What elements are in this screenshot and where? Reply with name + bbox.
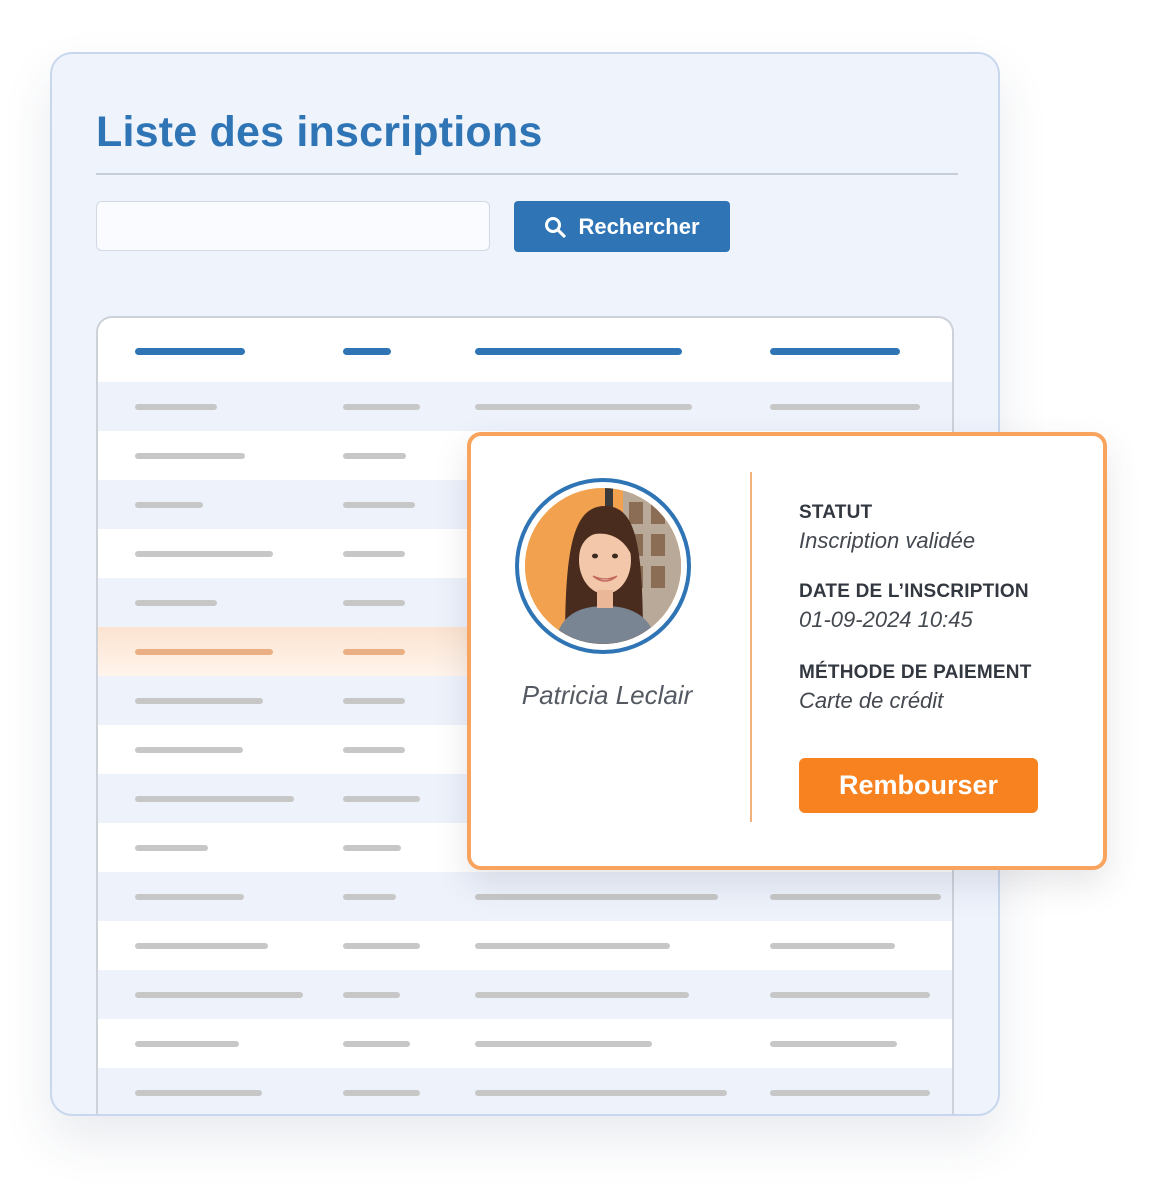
cell-placeholder [343,404,420,410]
cell-placeholder [343,502,415,508]
column-header-placeholder [343,348,391,355]
title-divider [96,173,958,175]
table-row[interactable] [98,1019,952,1068]
cell-placeholder [770,1090,930,1096]
cell-placeholder [343,943,420,949]
cell-placeholder [135,502,203,508]
cell-placeholder [475,992,689,998]
cell-placeholder [135,992,303,998]
cell-placeholder [135,943,268,949]
cell-placeholder [475,943,670,949]
refund-button[interactable]: Rembourser [799,758,1038,813]
cell-placeholder [475,1090,727,1096]
cell-placeholder [135,747,243,753]
cell-placeholder [343,551,405,557]
registration-date-value: 01-09-2024 10:45 [799,607,973,632]
column-header-placeholder [770,348,900,355]
cell-placeholder [343,1041,410,1047]
cell-placeholder [343,796,420,802]
status-value: Inscription validée [799,528,976,553]
table-row[interactable] [98,921,952,970]
cell-placeholder [135,845,208,851]
cell-placeholder [770,943,895,949]
cell-placeholder [343,1090,420,1096]
cell-placeholder [343,649,405,655]
cell-placeholder [343,600,405,606]
cell-placeholder [135,649,273,655]
cell-placeholder [770,992,930,998]
avatar-ring [515,478,691,654]
cell-placeholder [135,453,245,459]
registration-date-label: DATE DE L’INSCRIPTION [799,581,1029,602]
column-header-placeholder [135,348,245,355]
cell-placeholder [475,894,718,900]
cell-placeholder [135,600,217,606]
cell-placeholder [770,404,920,410]
table-row[interactable] [98,1068,952,1114]
payment-method-value: Carte de crédit [799,688,944,713]
table-row[interactable] [98,872,952,921]
search-button[interactable]: Rechercher [514,201,730,252]
status-label: STATUT [799,502,873,523]
cell-placeholder [343,747,405,753]
table-header [98,318,952,382]
card-divider [750,472,752,822]
search-input[interactable] [96,201,490,251]
payment-method-label: MÉTHODE DE PAIEMENT [799,662,1032,683]
cell-placeholder [135,1041,239,1047]
search-button-label: Rechercher [578,213,700,239]
person-name: Patricia Leclair [521,680,693,710]
avatar [525,488,681,644]
cell-placeholder [343,992,400,998]
cell-placeholder [343,698,405,704]
cell-placeholder [135,404,217,410]
cell-placeholder [343,894,396,900]
cell-placeholder [475,404,692,410]
search-icon [544,216,567,238]
cell-placeholder [135,894,244,900]
table-row[interactable] [98,970,952,1019]
column-header-placeholder [475,348,682,355]
page-title: Liste des inscriptions [96,108,543,156]
cell-placeholder [475,1041,652,1047]
cell-placeholder [135,698,263,704]
cell-placeholder [135,551,273,557]
cell-placeholder [135,1090,262,1096]
cell-placeholder [770,894,941,900]
registration-detail-card: Patricia Leclair STATUT Inscription vali… [467,432,1107,870]
cell-placeholder [343,453,406,459]
table-row[interactable] [98,382,952,431]
cell-placeholder [770,1041,897,1047]
cell-placeholder [135,796,294,802]
cell-placeholder [343,845,401,851]
